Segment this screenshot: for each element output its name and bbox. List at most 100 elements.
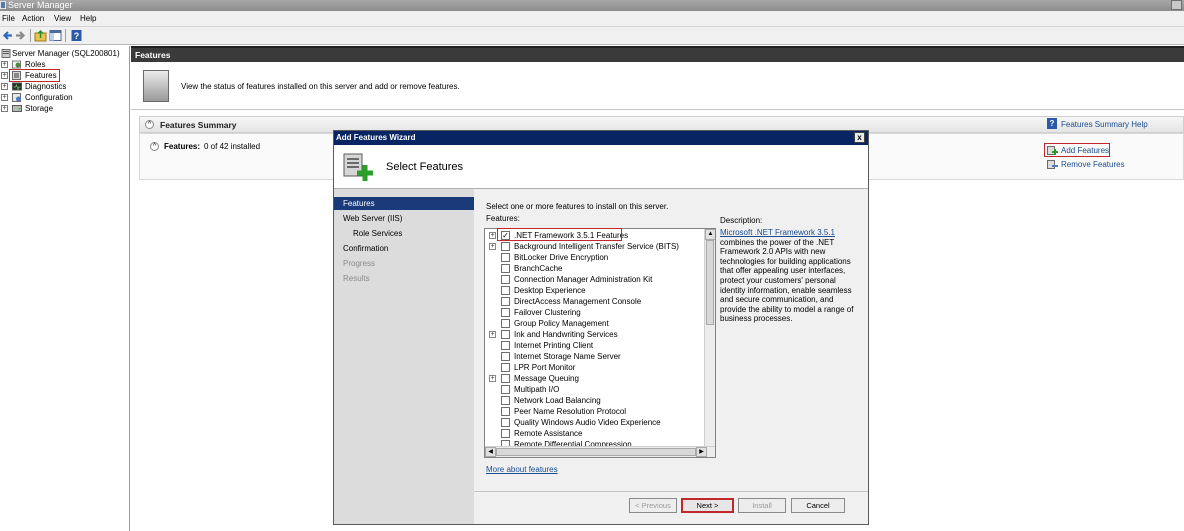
feature-checkbox[interactable] [501, 352, 510, 361]
server-manager-app-icon [0, 1, 6, 9]
wizard-close-button[interactable]: x [854, 132, 865, 143]
tree-item-configuration[interactable]: + Configuration [0, 92, 130, 103]
feature-checkbox[interactable] [501, 319, 510, 328]
show-hide-pane-icon[interactable] [49, 29, 62, 42]
scroll-thumb[interactable] [496, 448, 696, 456]
wizard-step-web-server[interactable]: Web Server (IIS) [334, 212, 474, 225]
wizard-step-role-services[interactable]: Role Services [334, 227, 474, 240]
previous-button[interactable]: < Previous [629, 498, 677, 513]
feature-checkbox[interactable] [501, 308, 510, 317]
wizard-step-features[interactable]: Features [334, 197, 474, 210]
expand-icon[interactable]: + [1, 83, 8, 90]
feature-checkbox[interactable] [501, 297, 510, 306]
features-count-label: Features: [164, 142, 201, 151]
menu-view[interactable]: View [54, 14, 71, 24]
feature-label: Internet Printing Client [514, 341, 594, 350]
features-list[interactable]: Remote Differential Compression Remote As… [484, 228, 716, 458]
feature-checkbox[interactable] [501, 429, 510, 438]
features-summary-help-link[interactable]: Features Summary Help [1061, 120, 1148, 129]
svg-text:?: ? [74, 31, 80, 41]
tree-root-label: Server Manager (SQL200801) [12, 49, 120, 58]
feature-label: Group Policy Management [514, 319, 609, 328]
feature-label: Peer Name Resolution Protocol [514, 407, 627, 416]
install-button[interactable]: Install [738, 498, 786, 513]
tree-root-server-manager[interactable]: Server Manager (SQL200801) [0, 48, 130, 59]
feature-checkbox[interactable] [501, 264, 510, 273]
wizard-step-confirmation[interactable]: Confirmation [334, 242, 474, 255]
feature-checkbox[interactable]: ✓ [501, 231, 510, 240]
wizard-title: Add Features Wizard [336, 133, 416, 142]
scroll-left-arrow-icon[interactable]: ◀ [485, 447, 496, 457]
tree-item-diagnostics[interactable]: + Diagnostics [0, 81, 130, 92]
more-about-features-link[interactable]: More about features [486, 465, 558, 474]
scroll-thumb[interactable] [706, 240, 714, 325]
feature-label: Quality Windows Audio Video Experience [514, 418, 661, 427]
remove-features-icon [1047, 160, 1058, 169]
features-list-horizontal-scrollbar[interactable]: ◀ ▶ [485, 446, 715, 457]
collapse-icon[interactable]: ^ [145, 120, 154, 129]
feature-checkbox[interactable] [501, 396, 510, 405]
window-title: Server Manager [8, 0, 73, 10]
roles-icon [12, 60, 21, 69]
server-icon [1, 49, 11, 58]
menu-action[interactable]: Action [22, 14, 44, 24]
feature-label: Connection Manager Administration Kit [514, 275, 653, 284]
feature-checkbox[interactable] [501, 242, 510, 251]
description-label: Description: [720, 216, 763, 225]
expand-icon[interactable]: + [489, 375, 496, 382]
scroll-up-arrow-icon[interactable]: ▲ [705, 229, 715, 240]
feature-label: DirectAccess Management Console [514, 297, 642, 306]
feature-checkbox[interactable] [501, 418, 510, 427]
feature-label: Multipath I/O [514, 385, 560, 394]
feature-label: BranchCache [514, 264, 563, 273]
toolbar: ? [0, 27, 1184, 45]
expand-icon[interactable]: + [489, 331, 496, 338]
expand-icon[interactable]: + [1, 61, 8, 68]
window-close-button[interactable] [1171, 0, 1182, 10]
wizard-step-results: Results [343, 274, 370, 283]
help-icon: ? [1047, 118, 1057, 129]
description-link[interactable]: Microsoft .NET Framework 3.5.1 [720, 228, 835, 237]
feature-checkbox[interactable] [501, 330, 510, 339]
expand-icon[interactable]: + [1, 105, 8, 112]
expand-icon[interactable]: + [1, 72, 8, 79]
feature-label: LPR Port Monitor [514, 363, 576, 372]
next-button[interactable]: Next > [681, 498, 734, 513]
remove-features-link[interactable]: Remove Features [1061, 160, 1125, 169]
banner-text: View the status of features installed on… [181, 82, 460, 91]
cancel-button[interactable]: Cancel [791, 498, 845, 513]
feature-checkbox[interactable] [501, 253, 510, 262]
wizard-step-progress: Progress [343, 259, 376, 268]
feature-checkbox[interactable] [501, 341, 510, 350]
feature-checkbox[interactable] [501, 275, 510, 284]
add-features-link[interactable]: Add Features [1061, 146, 1109, 155]
window-titlebar: Server Manager [0, 0, 1184, 11]
expand-icon[interactable]: + [489, 243, 496, 250]
instruction-text: Select one or more features to install o… [486, 202, 669, 211]
features-summary-title: Features Summary [160, 120, 237, 130]
feature-label: Ink and Handwriting Services [514, 330, 618, 339]
collapse-icon[interactable]: ^ [150, 142, 159, 151]
back-arrow-icon[interactable] [1, 29, 14, 42]
feature-checkbox[interactable] [501, 374, 510, 383]
expand-icon[interactable]: + [489, 232, 496, 239]
help-icon[interactable]: ? [70, 29, 83, 42]
feature-checkbox[interactable] [501, 363, 510, 372]
menu-help[interactable]: Help [80, 14, 96, 24]
tree-item-storage[interactable]: + Storage [0, 103, 130, 114]
feature-checkbox[interactable] [501, 385, 510, 394]
description-body: Microsoft .NET Framework 3.5.1 combines … [720, 228, 860, 324]
scroll-right-arrow-icon[interactable]: ▶ [696, 447, 707, 457]
menu-file[interactable]: File [2, 14, 15, 24]
wizard-step-nav: Features Web Server (IIS) Role Services … [334, 189, 474, 524]
feature-label: Background Intelligent Transfer Service … [514, 242, 679, 251]
feature-checkbox[interactable] [501, 286, 510, 295]
feature-label: Message Queuing [514, 374, 579, 383]
expand-icon[interactable]: + [1, 94, 8, 101]
up-folder-icon[interactable] [34, 29, 47, 42]
feature-checkbox[interactable] [501, 407, 510, 416]
features-list-vertical-scrollbar[interactable]: ▲ ▼ [704, 229, 715, 457]
feature-label: Network Load Balancing [514, 396, 601, 405]
forward-arrow-icon[interactable] [14, 29, 27, 42]
tree-item-label: Configuration [25, 93, 73, 102]
